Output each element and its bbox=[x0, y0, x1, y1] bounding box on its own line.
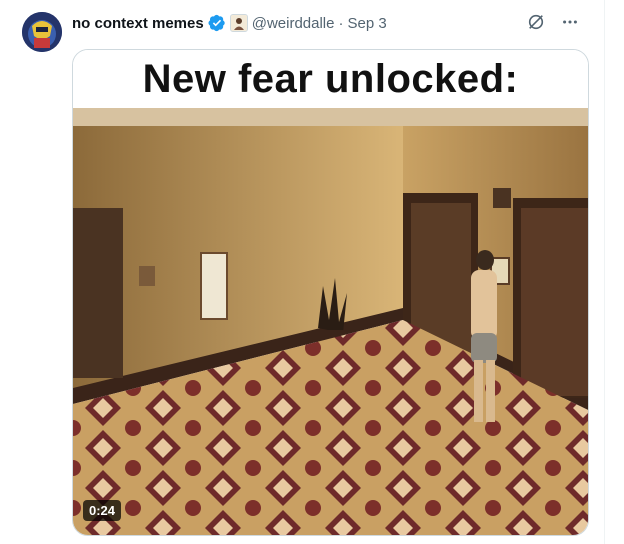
post-container[interactable]: no context memes @weirddalle · Sep 3 New… bbox=[0, 0, 605, 544]
affiliate-badge-icon[interactable] bbox=[229, 14, 248, 32]
separator: · bbox=[338, 14, 344, 32]
avatar-image bbox=[22, 12, 62, 52]
post-header: no context memes @weirddalle · Sep 3 bbox=[72, 12, 387, 34]
grok-icon[interactable] bbox=[526, 12, 546, 32]
display-name[interactable]: no context memes bbox=[72, 15, 204, 32]
avatar[interactable] bbox=[22, 12, 62, 52]
video-frame[interactable] bbox=[73, 108, 588, 535]
media-video[interactable]: New fear unlocked: 0:24 bbox=[72, 49, 589, 536]
post-date[interactable]: Sep 3 bbox=[347, 15, 386, 32]
handle[interactable]: @weirddalle bbox=[252, 15, 335, 32]
video-caption: New fear unlocked: bbox=[73, 50, 588, 108]
verified-badge-icon[interactable] bbox=[208, 14, 226, 32]
more-icon[interactable] bbox=[560, 12, 580, 32]
video-duration: 0:24 bbox=[83, 500, 122, 521]
header-actions bbox=[526, 12, 580, 32]
